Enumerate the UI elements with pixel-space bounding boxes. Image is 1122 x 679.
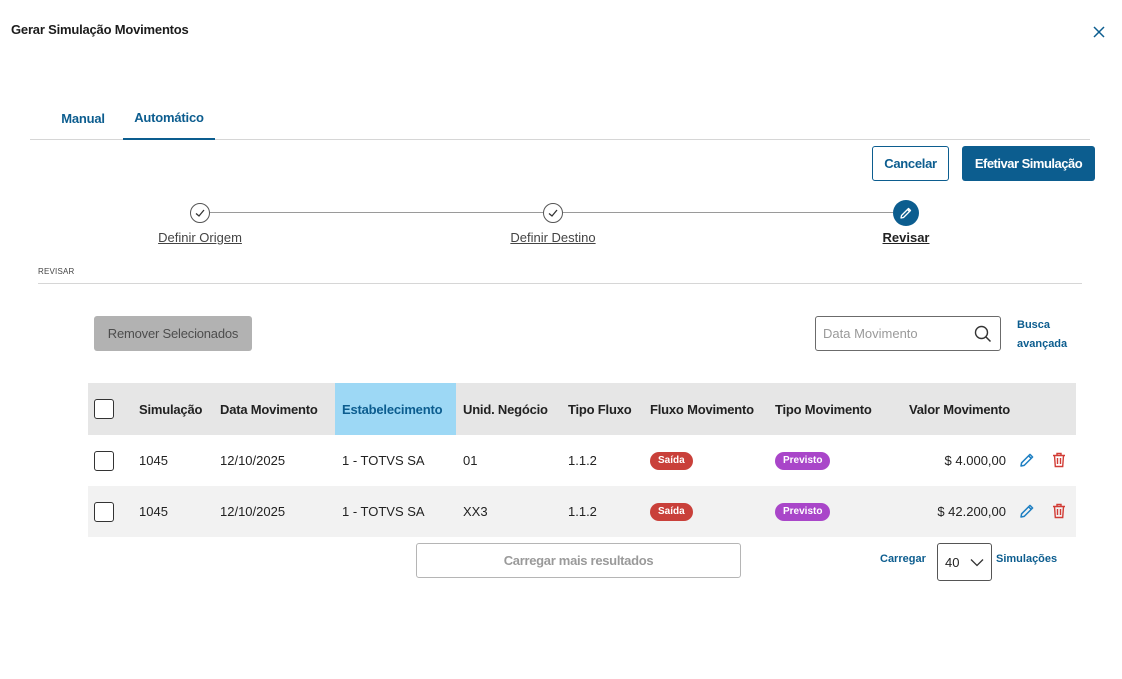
load-label: Carregar bbox=[880, 553, 926, 565]
cell-valor: $ 4.000,00 bbox=[944, 453, 1006, 468]
cell-tipo-fluxo: 1.1.2 bbox=[568, 453, 597, 468]
confirm-simulation-button[interactable]: Efetivar Simulação bbox=[962, 146, 1095, 181]
stepper-connector bbox=[210, 212, 543, 213]
cell-tipo-mov: Previsto bbox=[775, 486, 831, 537]
row-select-cell bbox=[94, 435, 114, 486]
load-suffix-label: Simulações bbox=[996, 553, 1058, 565]
step-destino-check-icon[interactable] bbox=[543, 203, 563, 223]
header-valor-movimento[interactable]: Valor Movimento bbox=[909, 383, 1010, 435]
delete-trash-icon[interactable] bbox=[1050, 502, 1068, 520]
cell-data: 12/10/2025 bbox=[220, 453, 286, 468]
cell-tipo-mov: Previsto bbox=[775, 435, 831, 486]
stepper-connector bbox=[563, 212, 893, 213]
status-badge-saida: Saída bbox=[650, 451, 693, 470]
table-row: 1045 12/10/2025 1 - TOTVS SA 01 1.1.2 Sa… bbox=[88, 435, 1076, 486]
step-revisar-pencil-icon[interactable] bbox=[893, 200, 919, 226]
cell-simulacao: 1045 bbox=[139, 453, 168, 468]
close-icon[interactable] bbox=[1091, 24, 1107, 40]
advanced-search-line2: avançada bbox=[1017, 338, 1068, 350]
table-row: 1045 12/10/2025 1 - TOTVS SA XX3 1.1.2 S… bbox=[88, 486, 1076, 537]
remove-selected-button[interactable]: Remover Selecionados bbox=[94, 316, 252, 351]
cell-estabelecimento: 1 - TOTVS SA bbox=[342, 453, 425, 468]
row-checkbox[interactable] bbox=[94, 450, 114, 471]
simulation-table: Simulação Data Movimento Estabelecimento… bbox=[88, 383, 1076, 537]
chevron-down-icon bbox=[970, 559, 984, 567]
tab-bar: Manual Automático bbox=[30, 96, 1090, 140]
cell-tipo-fluxo: 1.1.2 bbox=[568, 504, 597, 519]
cell-fluxo: Saída bbox=[650, 435, 693, 486]
cell-unidade: XX3 bbox=[463, 504, 488, 519]
cell-estabelecimento: 1 - TOTVS SA bbox=[342, 504, 425, 519]
cancel-button[interactable]: Cancelar bbox=[872, 146, 949, 181]
step-label-revisar[interactable]: Revisar bbox=[883, 230, 930, 245]
header-data-movimento[interactable]: Data Movimento bbox=[220, 383, 318, 435]
search-input[interactable] bbox=[823, 326, 968, 341]
edit-pencil-icon[interactable] bbox=[1018, 502, 1036, 520]
section-label: REVISAR bbox=[38, 267, 75, 276]
header-fluxo-movimento[interactable]: Fluxo Movimento bbox=[650, 383, 754, 435]
header-estabelecimento[interactable]: Estabelecimento bbox=[335, 383, 456, 435]
tab-automatico[interactable]: Automático bbox=[123, 96, 215, 140]
delete-trash-icon[interactable] bbox=[1050, 451, 1068, 469]
header-unid-negocio[interactable]: Unid. Negócio bbox=[463, 383, 548, 435]
select-all-cell bbox=[94, 383, 114, 435]
header-simulacao[interactable]: Simulação bbox=[139, 383, 202, 435]
page-size-select[interactable]: 40 bbox=[937, 543, 992, 581]
modal-title: Gerar Simulação Movimentos bbox=[11, 22, 189, 37]
row-select-cell bbox=[94, 486, 114, 537]
status-badge-saida: Saída bbox=[650, 502, 693, 521]
step-label-destino[interactable]: Definir Destino bbox=[510, 230, 595, 245]
cell-fluxo: Saída bbox=[650, 486, 693, 537]
step-origem-check-icon[interactable] bbox=[190, 203, 210, 223]
select-all-checkbox[interactable] bbox=[94, 399, 114, 419]
status-badge-previsto: Previsto bbox=[775, 451, 831, 470]
cell-unidade: 01 bbox=[463, 453, 478, 468]
cell-simulacao: 1045 bbox=[139, 504, 168, 519]
edit-pencil-icon[interactable] bbox=[1018, 451, 1036, 469]
status-badge-previsto: Previsto bbox=[775, 502, 831, 521]
cell-valor: $ 42.200,00 bbox=[937, 504, 1006, 519]
load-more-button[interactable]: Carregar mais resultados bbox=[416, 543, 741, 578]
page-size-value: 40 bbox=[945, 554, 960, 570]
row-checkbox[interactable] bbox=[94, 501, 114, 522]
search-icon[interactable] bbox=[974, 325, 992, 343]
cell-data: 12/10/2025 bbox=[220, 504, 286, 519]
tab-manual[interactable]: Manual bbox=[52, 96, 114, 140]
advanced-search-line1: Busca bbox=[1017, 319, 1051, 331]
header-tipo-fluxo[interactable]: Tipo Fluxo bbox=[568, 383, 632, 435]
step-label-origem[interactable]: Definir Origem bbox=[158, 230, 242, 245]
header-tipo-movimento[interactable]: Tipo Movimento bbox=[775, 383, 872, 435]
search-field bbox=[815, 316, 1001, 351]
table-header: Simulação Data Movimento Estabelecimento… bbox=[88, 383, 1076, 435]
advanced-search-link[interactable]: Busca avançada bbox=[1017, 316, 1077, 354]
divider bbox=[38, 283, 1082, 284]
